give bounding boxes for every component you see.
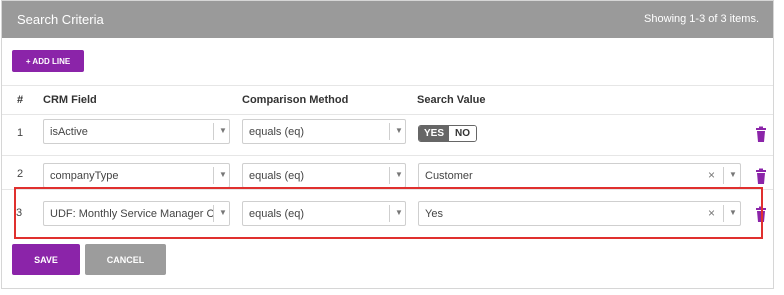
- row-number: 3: [16, 207, 23, 219]
- trash-icon[interactable]: [753, 126, 769, 142]
- cancel-button[interactable]: CANCEL: [85, 244, 166, 275]
- trash-icon[interactable]: [753, 206, 769, 222]
- clear-icon[interactable]: ×: [708, 206, 715, 220]
- search-value: Customer: [425, 170, 473, 182]
- crm-field-select[interactable]: companyType ▼: [43, 163, 230, 188]
- chevron-down-icon[interactable]: ▼: [729, 208, 737, 217]
- chevron-down-icon[interactable]: ▼: [395, 208, 403, 217]
- crm-field-value: companyType: [50, 170, 119, 182]
- search-value-select[interactable]: Yes × ▼: [418, 201, 741, 226]
- chevron-down-icon[interactable]: ▼: [395, 170, 403, 179]
- crm-field-value: isActive: [50, 126, 88, 138]
- clear-icon[interactable]: ×: [708, 168, 715, 182]
- comparison-method-value: equals (eq): [249, 208, 305, 220]
- chevron-down-icon[interactable]: ▼: [219, 126, 227, 135]
- row-number: 2: [17, 168, 24, 180]
- chevron-down-icon[interactable]: ▼: [729, 170, 737, 179]
- yes-no-toggle[interactable]: YES NO: [418, 125, 477, 142]
- comparison-method-select[interactable]: equals (eq) ▼: [242, 163, 406, 188]
- save-button[interactable]: SAVE: [12, 244, 80, 275]
- search-value: Yes: [425, 208, 443, 220]
- chevron-down-icon[interactable]: ▼: [219, 208, 227, 217]
- column-header-search-value: Search Value: [417, 94, 486, 106]
- comparison-method-select[interactable]: equals (eq) ▼: [242, 201, 406, 226]
- column-header-number: #: [17, 94, 24, 106]
- crm-field-select[interactable]: isActive ▼: [43, 119, 230, 144]
- column-header-comparison-method: Comparison Method: [242, 94, 349, 106]
- trash-icon[interactable]: [753, 168, 769, 184]
- toggle-no-option[interactable]: NO: [449, 126, 476, 141]
- chevron-down-icon[interactable]: ▼: [219, 170, 227, 179]
- panel-title: Search Criteria: [17, 12, 104, 27]
- crm-field-select[interactable]: UDF: Monthly Service Manager Call ▼: [43, 201, 230, 226]
- toggle-yes-option[interactable]: YES: [419, 126, 449, 141]
- add-line-button[interactable]: + ADD LINE: [12, 50, 84, 72]
- row-number: 1: [17, 127, 24, 139]
- search-value-select[interactable]: Customer × ▼: [418, 163, 741, 188]
- panel-header: Search Criteria Showing 1-3 of 3 items.: [2, 1, 773, 38]
- pagination-summary: Showing 1-3 of 3 items.: [644, 13, 759, 25]
- comparison-method-value: equals (eq): [249, 170, 305, 182]
- crm-field-value: UDF: Monthly Service Manager Call: [50, 208, 226, 220]
- search-criteria-panel: Search Criteria Showing 1-3 of 3 items. …: [1, 0, 774, 289]
- comparison-method-value: equals (eq): [249, 126, 305, 138]
- comparison-method-select[interactable]: equals (eq) ▼: [242, 119, 406, 144]
- chevron-down-icon[interactable]: ▼: [395, 126, 403, 135]
- column-header-crm-field: CRM Field: [43, 94, 97, 106]
- table-header: # CRM Field Comparison Method Search Val…: [2, 85, 773, 115]
